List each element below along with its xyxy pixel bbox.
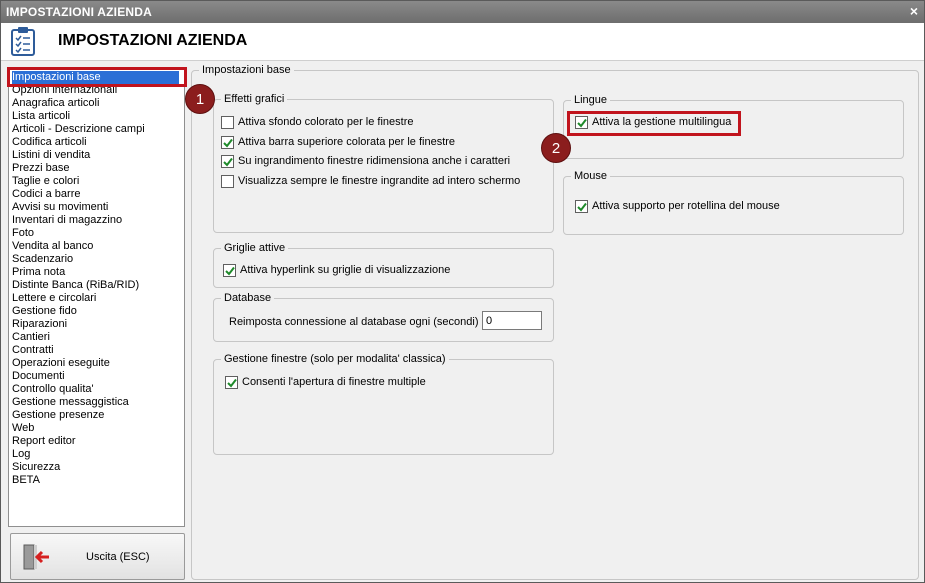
checkmark-icon: [227, 378, 237, 388]
nav-item[interactable]: Log: [12, 448, 30, 461]
nav-item[interactable]: Foto: [12, 227, 34, 240]
option-label: Su ingrandimento finestre ridimensiona a…: [238, 155, 511, 167]
option-label: Attiva hyperlink su griglie di visualizz…: [240, 264, 451, 276]
settings-nav-list[interactable]: Impostazioni base Opzioni internazionali A…: [8, 67, 185, 527]
checkbox-rotellina-mouse[interactable]: [575, 200, 588, 213]
nav-item[interactable]: Report editor: [12, 435, 76, 448]
option-label: Attiva supporto per rotellina del mouse: [592, 200, 780, 212]
database-reconnect-seconds-input[interactable]: [482, 311, 542, 330]
nav-item[interactable]: Listini di vendita: [12, 149, 90, 162]
checkbox-sfondo-colorato[interactable]: [221, 116, 234, 129]
checkbox-intero-schermo[interactable]: [221, 175, 234, 188]
group-title-lingue: Lingue: [571, 93, 611, 107]
group-gestione-finestre: Gestione finestre (solo per modalita' cl…: [213, 352, 554, 455]
exit-door-icon: [23, 544, 49, 570]
window-title: IMPOSTAZIONI AZIENDA: [6, 5, 152, 19]
nav-item[interactable]: Operazioni eseguite: [12, 357, 110, 370]
title-bar: IMPOSTAZIONI AZIENDA ×: [1, 1, 924, 23]
nav-item[interactable]: Lista articoli: [12, 110, 70, 123]
nav-item[interactable]: Sicurezza: [12, 461, 60, 474]
group-title-gestione-finestre: Gestione finestre (solo per modalita' cl…: [221, 352, 449, 366]
nav-item[interactable]: Vendita al banco: [12, 240, 93, 253]
group-title-impostazioni-base: Impostazioni base: [199, 63, 294, 77]
annotation-badge-2: 2: [541, 133, 571, 163]
group-title-database: Database: [221, 291, 275, 305]
option-label: Attiva sfondo colorato per le finestre: [238, 116, 414, 128]
nav-item[interactable]: Codici a barre: [12, 188, 80, 201]
nav-item[interactable]: BETA: [12, 474, 40, 487]
checkbox-barra-superiore[interactable]: [221, 136, 234, 149]
checkmark-icon: [223, 138, 233, 148]
exit-button[interactable]: Uscita (ESC): [10, 533, 185, 580]
checkbox-hyperlink-griglie[interactable]: [223, 264, 236, 277]
nav-item[interactable]: Anagrafica articoli: [12, 97, 99, 110]
nav-item[interactable]: Prima nota: [12, 266, 65, 279]
highlight-box-multilingua: [567, 111, 741, 136]
nav-item[interactable]: Scadenzario: [12, 253, 73, 266]
nav-item[interactable]: Gestione fido: [12, 305, 77, 318]
nav-item[interactable]: Contratti: [12, 344, 54, 357]
checkbox-ridimensiona-caratteri[interactable]: [221, 155, 234, 168]
annotation-badge-1: 1: [185, 84, 215, 114]
nav-item[interactable]: Riparazioni: [12, 318, 67, 331]
nav-item[interactable]: Articoli - Descrizione campi: [12, 123, 145, 136]
page-header: IMPOSTAZIONI AZIENDA: [1, 23, 924, 61]
checkbox-finestre-multiple[interactable]: [225, 376, 238, 389]
clipboard-checklist-icon: [11, 27, 35, 56]
nav-item[interactable]: Codifica articoli: [12, 136, 87, 149]
nav-item[interactable]: Prezzi base: [12, 162, 69, 175]
close-icon[interactable]: ×: [910, 3, 918, 19]
exit-button-label: Uscita (ESC): [86, 551, 150, 563]
checkmark-icon: [223, 157, 233, 167]
group-title-griglie-attive: Griglie attive: [221, 241, 289, 255]
option-label: Visualizza sempre le finestre ingrandite…: [238, 175, 521, 187]
nav-item[interactable]: Taglie e colori: [12, 175, 79, 188]
option-label: Attiva barra superiore colorata per le f…: [238, 136, 456, 148]
nav-item[interactable]: Lettere e circolari: [12, 292, 96, 305]
highlight-box-nav: [7, 67, 187, 87]
nav-item[interactable]: Gestione messaggistica: [12, 396, 129, 409]
nav-item[interactable]: Cantieri: [12, 331, 50, 344]
database-reconnect-label: Reimposta connessione al database ogni (…: [229, 316, 485, 328]
nav-item[interactable]: Inventari di magazzino: [12, 214, 122, 227]
nav-item[interactable]: Distinte Banca (RiBa/RID): [12, 279, 139, 292]
nav-item[interactable]: Web: [12, 422, 34, 435]
page-title: IMPOSTAZIONI AZIENDA: [58, 32, 248, 49]
checkmark-icon: [577, 202, 587, 212]
checkmark-icon: [225, 266, 235, 276]
settings-window: IMPOSTAZIONI AZIENDA × IMPOSTAZIONI AZIE…: [0, 0, 925, 583]
nav-item[interactable]: Avvisi su movimenti: [12, 201, 108, 214]
nav-item[interactable]: Gestione presenze: [12, 409, 104, 422]
group-title-effetti-grafici: Effetti grafici: [221, 92, 288, 106]
option-label: Consenti l'apertura di finestre multiple: [242, 376, 426, 388]
nav-item[interactable]: Controllo qualita': [12, 383, 94, 396]
nav-item[interactable]: Documenti: [12, 370, 65, 383]
group-title-mouse: Mouse: [571, 169, 611, 183]
